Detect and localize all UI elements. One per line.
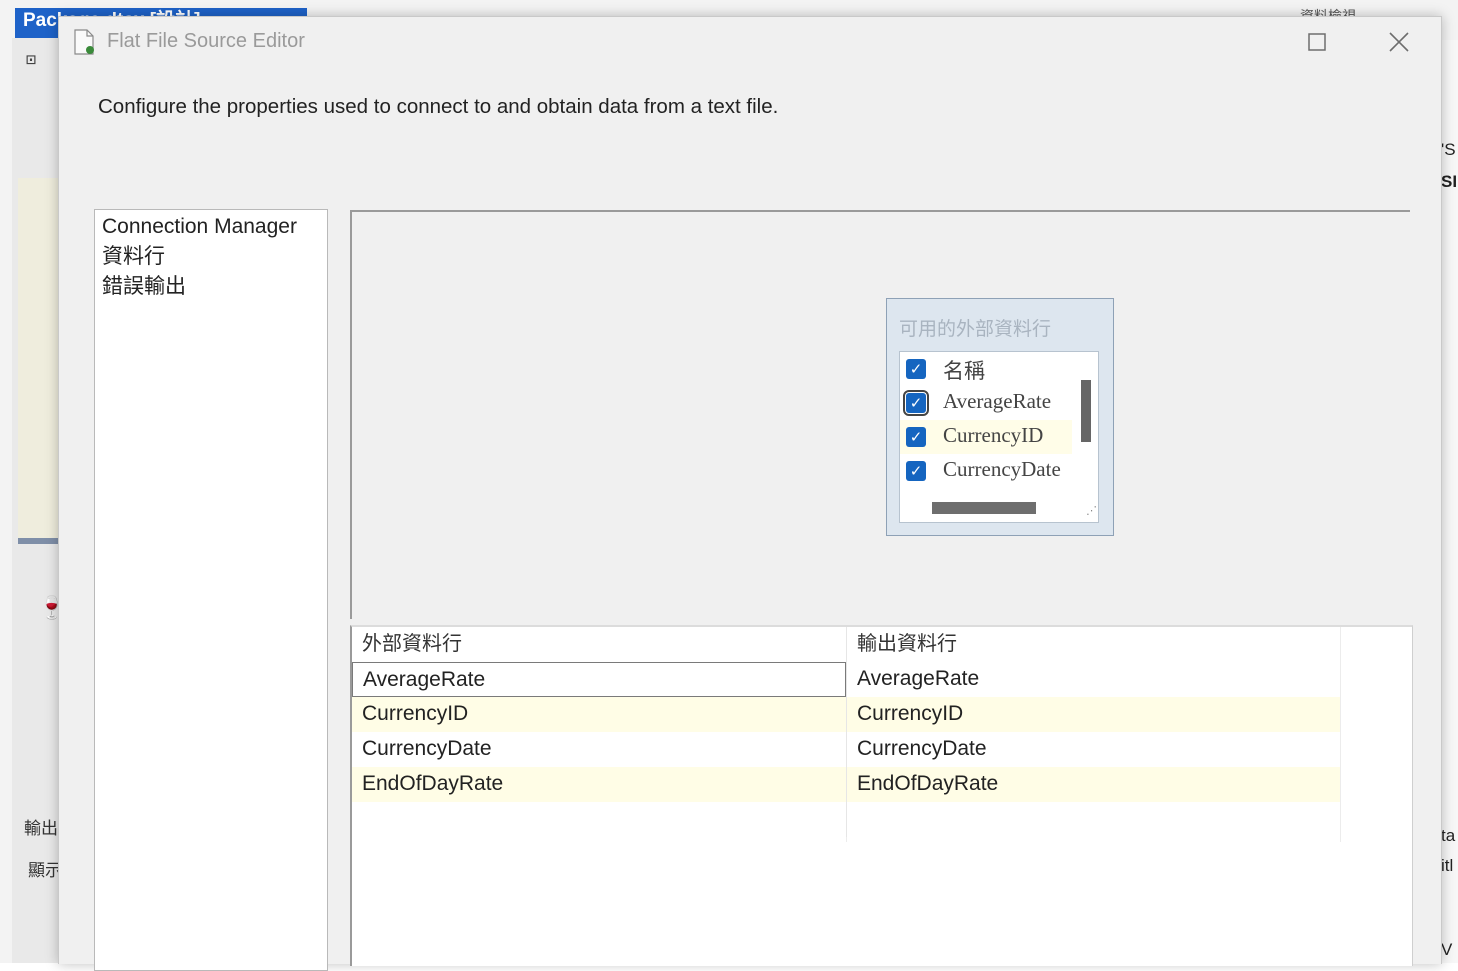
grid-edge: [1340, 627, 1341, 842]
flat-file-source-editor-dialog: Flat File Source Editor Configure the pr…: [58, 16, 1442, 971]
checkbox[interactable]: ✓: [903, 390, 929, 416]
external-column-cell[interactable]: [352, 802, 846, 837]
minimize-button[interactable]: [1219, 27, 1259, 57]
table-row[interactable]: CurrencyDate CurrencyDate: [352, 732, 1340, 767]
splitter[interactable]: [18, 538, 60, 544]
column-label: AverageRate: [943, 389, 1052, 413]
external-column-cell[interactable]: EndOfDayRate: [352, 767, 846, 802]
external-column-cell[interactable]: CurrencyDate: [352, 732, 846, 767]
table-row[interactable]: CurrencyID CurrencyID: [352, 697, 1340, 732]
file-source-icon: [74, 29, 94, 55]
external-column-cell[interactable]: AverageRate: [352, 662, 846, 697]
output-column-cell[interactable]: AverageRate: [846, 662, 1340, 697]
dialog-description: Configure the properties used to connect…: [98, 95, 779, 118]
column-mapping-designer: 可用的外部資料行 ✓ 名稱 ✓ AverageRate ✓ CurrencyID…: [350, 210, 1410, 619]
close-button[interactable]: [1379, 27, 1419, 57]
table-row-empty[interactable]: [352, 802, 1340, 837]
right-text-fragment: V: [1441, 940, 1453, 959]
column-label: CurrencyID: [943, 423, 1044, 447]
list-item[interactable]: ✓ CurrencyDate: [900, 454, 1072, 488]
right-text-fragment: 'S: [1441, 140, 1456, 159]
grid-header-row: 外部資料行 輸出資料行: [352, 627, 1340, 662]
header-external-column[interactable]: 外部資料行: [352, 627, 846, 662]
available-columns-title: 可用的外部資料行: [899, 318, 1052, 340]
right-text-fragment: itl: [1441, 856, 1454, 875]
display-label: 顯示: [28, 861, 62, 881]
maximize-icon: [1308, 33, 1326, 51]
column-mapping-grid: 外部資料行 輸出資料行 AverageRate AverageRate Curr…: [350, 625, 1413, 966]
dialog-title: Flat File Source Editor: [107, 30, 305, 52]
right-text-fragment: ta: [1441, 826, 1456, 845]
list-item[interactable]: ✓ CurrencyID: [900, 420, 1072, 454]
checkbox[interactable]: ✓: [906, 427, 926, 447]
nav-item-columns[interactable]: 資料行: [102, 242, 327, 272]
title-bar[interactable]: Flat File Source Editor: [59, 17, 1441, 69]
column-label: 名稱: [943, 359, 985, 383]
table-row[interactable]: AverageRate AverageRate: [352, 662, 1340, 697]
output-column-cell[interactable]: EndOfDayRate: [846, 767, 1340, 802]
vertical-scrollbar-thumb[interactable]: [1081, 380, 1091, 442]
available-columns-list: ✓ 名稱 ✓ AverageRate ✓ CurrencyID ✓ Curren…: [899, 351, 1099, 523]
nav-item-connection-manager[interactable]: Connection Manager: [102, 212, 327, 242]
header-output-column[interactable]: 輸出資料行: [846, 627, 1340, 662]
output-column-cell[interactable]: CurrencyID: [846, 697, 1340, 732]
horizontal-scrollbar-thumb[interactable]: [932, 502, 1036, 514]
output-column-cell[interactable]: [846, 802, 1340, 837]
toolbox-icon[interactable]: ⊡: [26, 50, 36, 70]
output-tab[interactable]: 輸出: [24, 814, 58, 839]
available-external-columns-box[interactable]: 可用的外部資料行 ✓ 名稱 ✓ AverageRate ✓ CurrencyID…: [886, 298, 1114, 536]
page-nav-list: Connection Manager 資料行 錯誤輸出: [94, 209, 328, 971]
checkbox[interactable]: ✓: [906, 461, 926, 481]
resize-grip-icon[interactable]: ⋰: [1086, 504, 1097, 517]
external-column-cell[interactable]: CurrencyID: [352, 697, 846, 732]
close-icon: [1389, 32, 1409, 52]
nav-item-error-output[interactable]: 錯誤輸出: [102, 272, 327, 302]
design-surface: [18, 178, 60, 538]
right-text-fragment: SI: [1441, 172, 1458, 191]
list-item[interactable]: ✓ 名稱: [900, 352, 1072, 386]
table-row[interactable]: EndOfDayRate EndOfDayRate: [352, 767, 1340, 802]
checkbox[interactable]: ✓: [906, 359, 926, 379]
list-item[interactable]: ✓ AverageRate: [900, 386, 1072, 420]
column-label: CurrencyDate: [943, 457, 1061, 481]
output-column-cell[interactable]: CurrencyDate: [846, 732, 1340, 767]
maximize-button[interactable]: [1297, 27, 1337, 57]
